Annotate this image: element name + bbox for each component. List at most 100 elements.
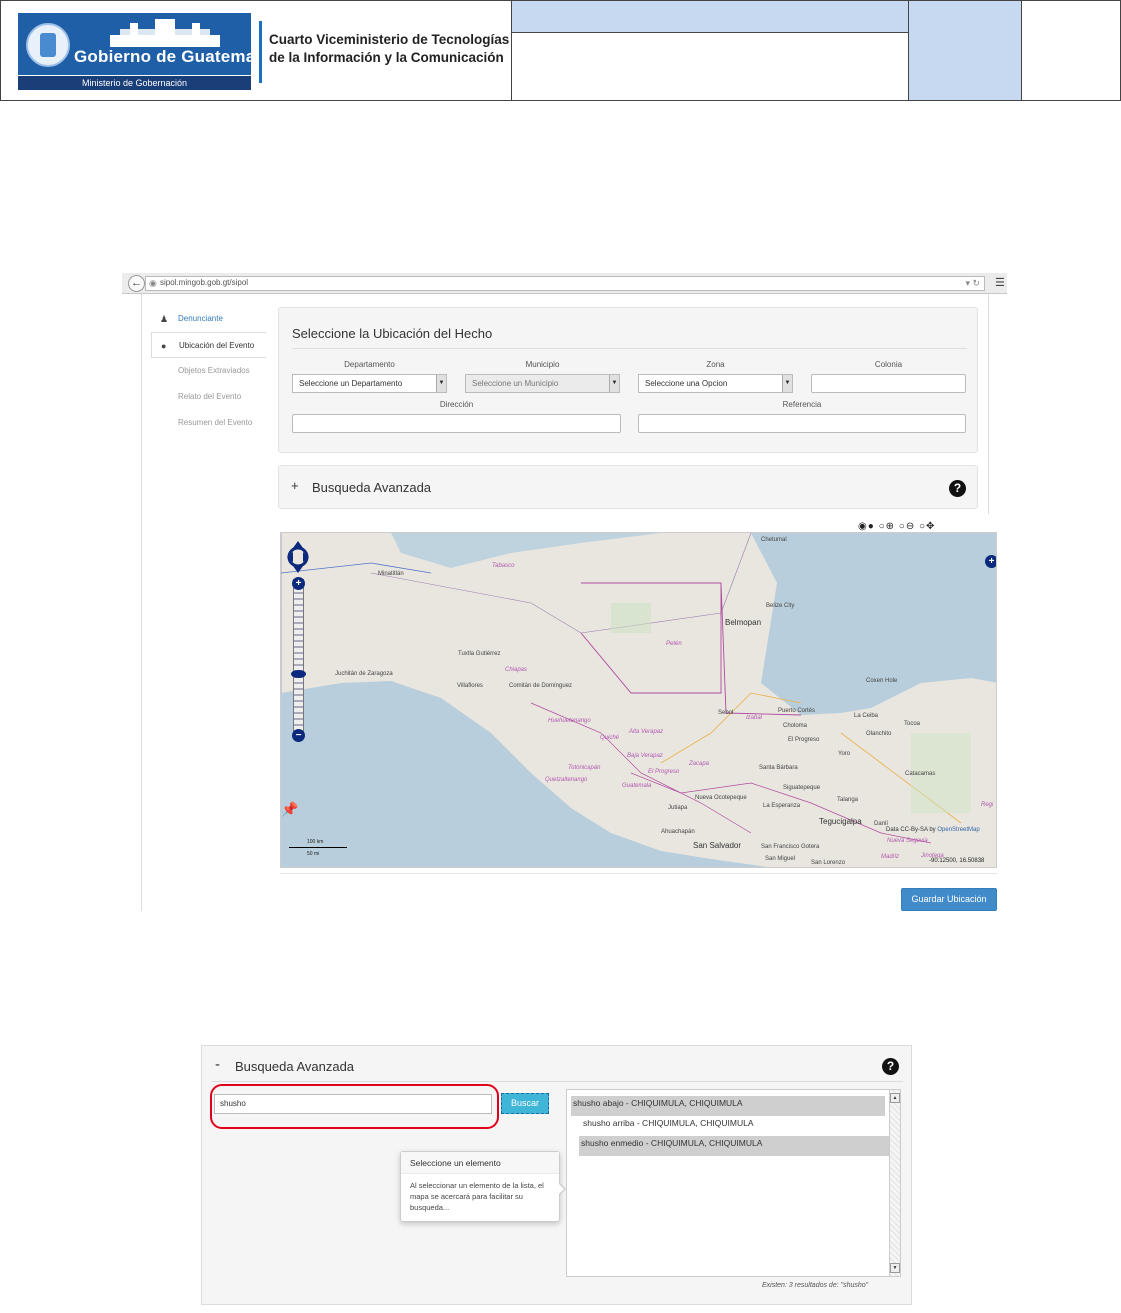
map-label-comitan: Comitán de Domínguez — [509, 683, 573, 689]
sidebar-item-denunciante[interactable]: ♟ Denunciante — [151, 306, 266, 332]
help-popover: Seleccione un elemento Al seleccionar un… — [400, 1151, 566, 1222]
zoom-in-tool-icon[interactable]: ⊕ — [886, 521, 895, 532]
zoom-in-radio-icon[interactable]: ○ — [879, 521, 886, 532]
results-count: Existen: 3 resultados de: "shusho" — [762, 1282, 869, 1289]
results-list[interactable]: shusho abajo - CHIQUIMULA, CHIQUIMULA sh… — [566, 1089, 901, 1277]
map-label-tocoa: Tocoa — [904, 721, 921, 727]
map-label-sebol: Sebol — [718, 710, 734, 716]
map-label-chetumal: Chetumal — [761, 537, 787, 543]
map-viewport[interactable]: Chetumal Minatitlán Tabasco Belize City … — [280, 532, 997, 868]
gobierno-guatemala-logo: Gobierno de Guatemala Ministerio de Gobe… — [18, 13, 270, 90]
map-label-peten: Petén — [666, 641, 682, 647]
municipio-select-value: Seleccione un Municipio — [472, 379, 559, 388]
location-panel: Seleccione la Ubicación del Hecho Depart… — [278, 307, 978, 453]
map-label-chiapas: Chiapas — [505, 667, 528, 673]
logo-ministry: Ministerio de Gobernación — [18, 75, 251, 90]
address-bar[interactable]: ◉ sipol.mingob.gob.gt/sipol ▾ ↻ — [145, 276, 985, 291]
departamento-select[interactable]: Seleccione un Departamento ▼ — [292, 374, 447, 393]
advanced-search-collapsed[interactable]: + Busqueda Avanzada ? — [278, 465, 978, 509]
colonia-input[interactable] — [811, 374, 966, 393]
back-button[interactable]: ← — [128, 275, 145, 292]
save-location-button[interactable]: Guardar Ubicación — [901, 888, 997, 911]
zona-select[interactable]: Seleccione una Opcion ▼ — [638, 374, 793, 393]
map-tool-selector[interactable]: ◉● ○⊕ ○⊖ ○✥ — [858, 521, 935, 532]
sidebar-item-resumen[interactable]: Resumen del Evento — [151, 410, 266, 436]
municipio-select: Seleccione un Municipio ▼ — [465, 374, 620, 393]
panel-title: Seleccione la Ubicación del Hecho — [292, 326, 493, 341]
app-frame-right — [988, 294, 989, 514]
municipio-label: Municipio — [525, 360, 560, 369]
plus-icon: + — [291, 478, 299, 493]
advanced-search-screenshot: - Busqueda Avanzada ? shusho Buscar shus… — [201, 1045, 912, 1305]
help-icon[interactable]: ? — [949, 480, 966, 497]
zoom-slider-track[interactable] — [293, 579, 304, 739]
map-label-puerto-cortes: Puerto Cortés — [778, 708, 816, 714]
map-label-quiche: Quiché — [600, 735, 620, 741]
layer-switcher-button[interactable]: + — [985, 555, 996, 568]
reload-icon[interactable]: ▾ ↻ — [965, 278, 980, 289]
attribution-prefix: Data CC-By-SA by — [886, 827, 936, 833]
location-form-screenshot: ← ◉ sipol.mingob.gob.gt/sipol ▾ ↻ ☰ ♟ De… — [122, 273, 1007, 911]
advanced-search-divider — [212, 1081, 903, 1082]
map-coordinates: -90.12500, 16.50838 — [929, 858, 985, 864]
popover-caret — [558, 1182, 566, 1196]
map-label-regi: Regi — [981, 802, 994, 808]
map-label-izabal: Izabal — [746, 715, 763, 721]
popover-body: Al seleccionar un elemento de la lista, … — [410, 1181, 544, 1212]
sidebar-item-objetos[interactable]: Objetos Extraviados — [151, 358, 266, 384]
minus-icon[interactable]: - — [215, 1056, 220, 1073]
pushpin-icon[interactable]: 📌 — [281, 801, 298, 818]
sidebar-item-relato[interactable]: Relato del Evento — [151, 384, 266, 410]
map-label-san-francisco-gotera: San Francisco Gotera — [761, 844, 820, 850]
pin-tool-icon[interactable]: ● — [868, 521, 875, 532]
header-blue-cell — [909, 1, 1022, 100]
map-label-el-progreso-hn: El Progreso — [788, 737, 820, 743]
map-label-belmopan: Belmopan — [725, 618, 762, 627]
search-button[interactable]: Buscar — [501, 1093, 549, 1114]
user-icon: ♟ — [160, 314, 169, 324]
map-label-belize-city: Belize City — [766, 603, 795, 609]
departamento-label: Departamento — [344, 360, 395, 369]
zoom-slider-handle[interactable] — [291, 670, 306, 678]
header-right-cell — [1022, 1, 1121, 100]
map-label-talanga: Talanga — [837, 797, 859, 803]
pan-radio-icon[interactable]: ○ — [919, 521, 926, 532]
zoom-out-tool-icon[interactable]: ⊖ — [906, 521, 915, 532]
map-label-catacamas: Catacamas — [905, 771, 936, 777]
map-label-jutiapa: Jutiapa — [668, 805, 688, 811]
map-label-la-ceiba: La Ceiba — [854, 713, 879, 719]
results-scrollbar[interactable]: ▲ ▼ — [889, 1090, 900, 1276]
scroll-up-icon[interactable]: ▲ — [890, 1093, 900, 1103]
hamburger-menu-icon[interactable]: ☰ — [995, 276, 1005, 289]
viceministerio-title: Cuarto Viceministerio de Tecnologías de … — [269, 31, 509, 67]
sidebar-item-label: Relato del Evento — [178, 392, 242, 401]
zoom-out-radio-icon[interactable]: ○ — [899, 521, 906, 532]
scroll-down-icon[interactable]: ▼ — [890, 1263, 900, 1273]
map-label-san-miguel: San Miguel — [765, 856, 796, 862]
zona-label: Zona — [706, 360, 725, 369]
zoom-in-button[interactable]: + — [292, 577, 305, 590]
pan-control[interactable] — [287, 541, 309, 573]
map-label-alta-verapaz: Alta Verapaz — [629, 729, 664, 735]
zoom-out-button[interactable]: − — [292, 729, 305, 742]
sidebar-item-ubicacion[interactable]: ● Ubicación del Evento — [151, 332, 266, 358]
map-bottom-divider — [280, 873, 998, 874]
list-item[interactable]: shusho enmedio - CHIQUIMULA, CHIQUIMULA — [579, 1136, 890, 1156]
attribution-link[interactable]: OpenStreetMap — [937, 827, 979, 833]
pan-tool-icon[interactable]: ✥ — [926, 521, 935, 532]
sidebar-item-label: Objetos Extraviados — [178, 366, 250, 375]
search-input[interactable]: shusho — [214, 1094, 492, 1114]
map-label-tuxtla: Tuxtla Gutiérrez — [458, 651, 501, 657]
help-icon[interactable]: ? — [882, 1058, 899, 1075]
map-label-siguatepeque: Siguatepeque — [783, 785, 821, 791]
referencia-input[interactable] — [638, 414, 966, 433]
map-label-baja-verapaz: Baja Verapaz — [627, 753, 663, 759]
map-label-olanchito: Olanchito — [866, 731, 892, 737]
list-item[interactable]: shusho abajo - CHIQUIMULA, CHIQUIMULA — [571, 1096, 885, 1116]
map-label-santa-barbara: Santa Bárbara — [759, 765, 798, 771]
direccion-input[interactable] — [292, 414, 621, 433]
list-item[interactable]: shusho arriba - CHIQUIMULA, CHIQUIMULA — [571, 1116, 887, 1136]
map-label-madriz: Madriz — [881, 854, 900, 860]
navigate-radio-icon[interactable]: ◉ — [858, 521, 868, 532]
map-label-yoro: Yoro — [838, 751, 851, 757]
